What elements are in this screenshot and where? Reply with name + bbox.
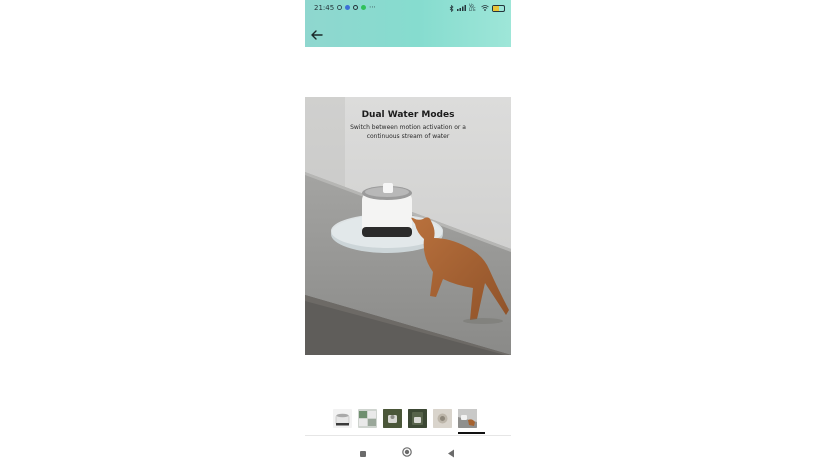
battery-icon — [492, 4, 505, 12]
thumbnail-strip — [333, 409, 477, 428]
thumbnail-2[interactable] — [358, 409, 377, 428]
alarm-icon — [337, 5, 342, 10]
thumbnail-5[interactable] — [433, 409, 452, 428]
back-arrow-icon — [311, 30, 323, 40]
notification-icons: ⋯ — [337, 3, 376, 11]
thumbnail-3-image — [383, 409, 402, 428]
thumbnail-6[interactable] — [458, 409, 477, 428]
nav-back-button[interactable] — [447, 443, 455, 460]
hero-title: Dual Water Modes — [361, 110, 455, 120]
phone-screen: 21:45 ⋯ Vo LTE Dual Water Modes Switch b… — [305, 0, 511, 460]
status-time: 21:45 — [314, 4, 335, 12]
home-button[interactable] — [402, 442, 412, 460]
thumbnail-selected-indicator — [458, 432, 485, 434]
recents-button[interactable] — [359, 443, 367, 460]
hero-subtitle: Switch between motion activation or a co… — [350, 124, 466, 140]
app-bar: 21:45 ⋯ Vo LTE — [305, 0, 511, 47]
back-button[interactable] — [310, 26, 324, 40]
thumbnail-2-image — [359, 411, 376, 426]
thumbnail-3[interactable] — [383, 409, 402, 428]
thumbnail-1[interactable] — [333, 409, 352, 428]
thumbnail-5-image — [433, 409, 452, 428]
whatsapp-icon — [361, 5, 366, 10]
sync-icon — [353, 5, 358, 10]
recents-square-icon — [360, 451, 366, 457]
signal-icon — [457, 5, 466, 11]
thumbnail-4-image — [408, 409, 427, 428]
thumbnail-6-image — [458, 409, 477, 428]
status-bar: 21:45 ⋯ Vo LTE — [305, 3, 511, 15]
messenger-icon — [345, 5, 350, 10]
back-triangle-icon — [448, 449, 454, 458]
thumbnail-4[interactable] — [408, 409, 427, 428]
product-image[interactable]: Dual Water Modes Switch between motion a… — [305, 97, 511, 355]
more-notifications-icon: ⋯ — [369, 3, 376, 11]
network-label: Vo LTE — [469, 3, 476, 12]
system-nav-bar — [305, 435, 511, 460]
wifi-icon — [481, 5, 489, 11]
home-circle-icon — [402, 447, 412, 457]
status-right-icons: Vo LTE — [449, 4, 505, 12]
bluetooth-icon — [449, 4, 454, 12]
fountain-thumbnail-image — [335, 413, 350, 426]
battery-fill — [493, 5, 500, 11]
